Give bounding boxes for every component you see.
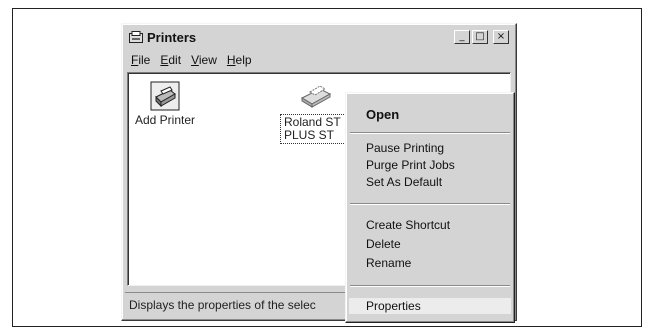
menu-help[interactable]: Help xyxy=(227,51,252,69)
menu-item-set-as-default[interactable]: Set As Default xyxy=(366,174,442,190)
menu-separator xyxy=(350,203,510,205)
add-printer-icon xyxy=(150,81,180,111)
menu-item-purge-print-jobs[interactable]: Purge Print Jobs xyxy=(366,157,455,173)
maximize-button[interactable]: □ xyxy=(472,30,488,44)
printer-icon xyxy=(300,85,332,108)
menu-item-create-shortcut[interactable]: Create Shortcut xyxy=(366,217,450,233)
roland-printer-item[interactable]: Roland ST PLUS ST xyxy=(276,81,356,144)
menu-item-delete[interactable]: Delete xyxy=(366,236,401,252)
menu-item-open[interactable]: Open xyxy=(366,107,399,123)
menu-file[interactable]: File xyxy=(131,51,150,69)
menu-item-properties[interactable]: Properties xyxy=(349,298,511,314)
menu-item-pause-printing[interactable]: Pause Printing xyxy=(366,140,444,156)
menu-separator xyxy=(350,132,510,134)
window-title: Printers xyxy=(147,30,197,45)
menu-bar: File Edit View Help xyxy=(125,51,513,69)
menu-separator xyxy=(350,285,510,287)
add-printer-label: Add Printer xyxy=(134,113,196,127)
printers-folder-icon xyxy=(129,31,143,43)
add-printer-item[interactable]: Add Printer xyxy=(130,81,200,127)
minimize-button[interactable]: _ xyxy=(454,30,470,44)
menu-item-rename[interactable]: Rename xyxy=(366,255,411,271)
menu-edit[interactable]: Edit xyxy=(160,51,181,69)
menu-view[interactable]: View xyxy=(191,51,217,69)
roland-printer-label: Roland ST PLUS ST xyxy=(280,114,352,144)
context-menu: Open Pause Printing Purge Print Jobs Set… xyxy=(345,92,515,323)
close-button[interactable]: × xyxy=(493,30,509,44)
title-bar[interactable]: Printers _ □ × xyxy=(125,27,513,49)
